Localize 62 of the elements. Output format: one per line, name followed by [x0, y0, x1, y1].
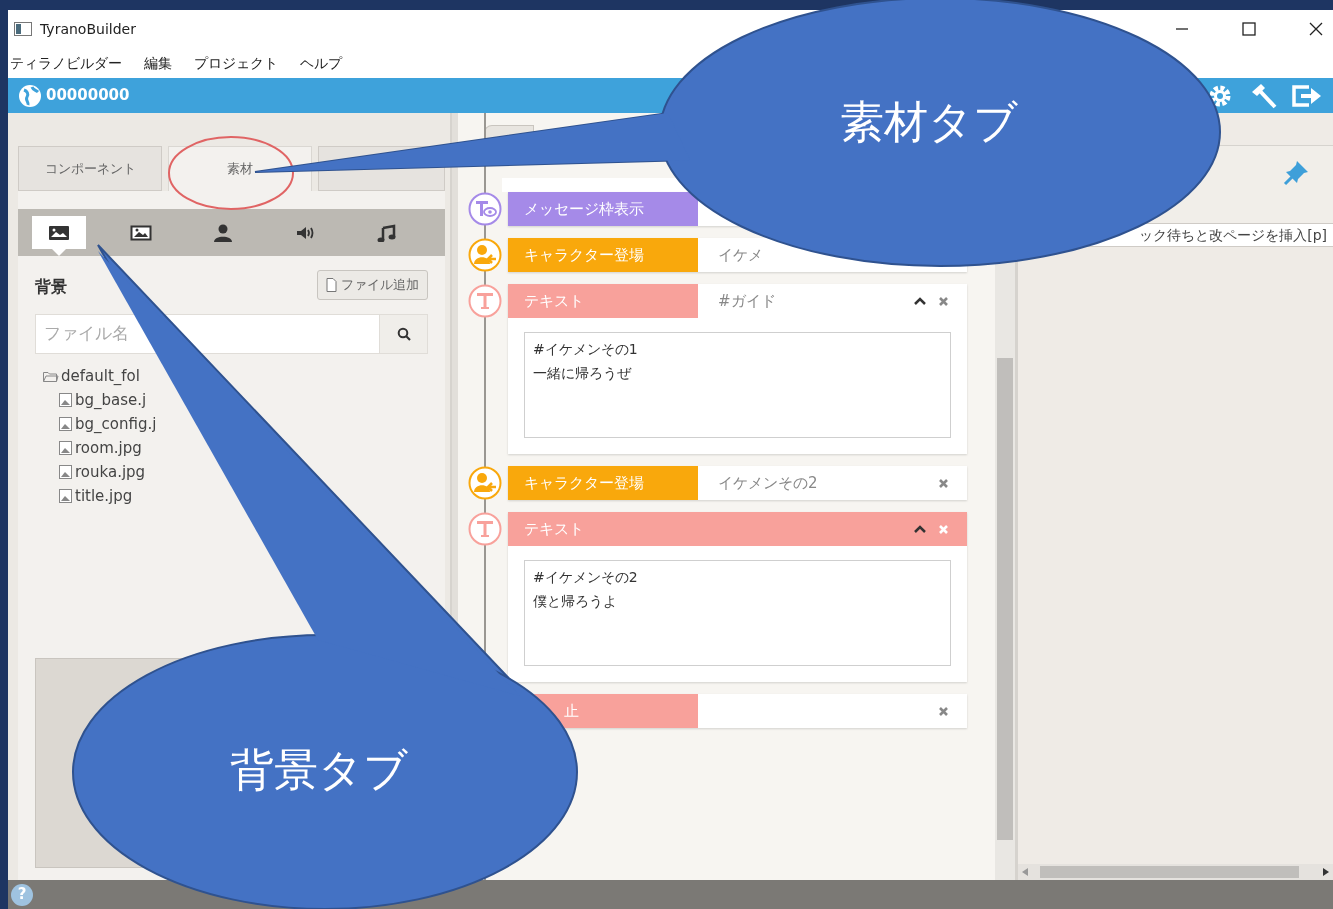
text-icon: [468, 284, 502, 318]
character-enter-icon: [468, 466, 502, 500]
image-file-icon: [59, 465, 73, 479]
menu-item[interactable]: プロジェクト: [192, 52, 280, 74]
landscape-icon: [48, 223, 70, 242]
close-icon[interactable]: [1309, 22, 1323, 36]
file-name[interactable]: bg_config.j: [75, 412, 157, 436]
menu-item[interactable]: ヘルプ: [298, 52, 344, 74]
panel-tab[interactable]: コンポーネント: [18, 146, 162, 191]
callout-text: 背景タブ: [230, 748, 408, 792]
exit-icon[interactable]: [1291, 82, 1323, 109]
image-file-icon: [59, 417, 73, 431]
command-card[interactable]: テキスト #ガイド #イケメンその1 一緒に帰ろうぜ: [508, 284, 967, 454]
folder-name[interactable]: default_fol: [61, 364, 140, 388]
command-value: イケメ: [718, 244, 763, 266]
file-icon: [326, 278, 337, 292]
scrollbar-thumb[interactable]: [1040, 866, 1299, 878]
add-file-button[interactable]: ファイル追加: [317, 270, 428, 300]
maximize-icon[interactable]: [1242, 22, 1256, 36]
text-icon: [468, 512, 502, 546]
menu-item[interactable]: 編集: [142, 52, 174, 74]
scrollbar-thumb[interactable]: [997, 358, 1013, 840]
globe-icon[interactable]: [18, 83, 42, 108]
image-file-icon: [59, 393, 73, 407]
message-window-icon: [468, 192, 502, 226]
image-icon: [130, 223, 152, 242]
window-title: TyranoBuilder: [40, 19, 136, 39]
command-header[interactable]: テキスト #ガイド: [508, 284, 967, 318]
search-button[interactable]: [380, 314, 428, 354]
file-name[interactable]: rouka.jpg: [75, 460, 146, 484]
image-file-icon: [59, 441, 73, 455]
image-file-icon: [59, 489, 73, 503]
person-icon: [212, 223, 234, 242]
folder-icon: [43, 369, 59, 383]
text-area[interactable]: #イケメンその1 一緒に帰ろうぜ: [524, 332, 951, 438]
command-value: イケメンその2: [718, 472, 818, 494]
file-name[interactable]: bg_base.j: [75, 388, 147, 412]
collapse-icon[interactable]: [914, 524, 926, 534]
search-icon: [396, 327, 411, 341]
command-label: メッセージ枠表示: [508, 192, 698, 226]
project-name: 00000000: [46, 85, 130, 107]
music-note-icon: [376, 223, 398, 242]
pin-icon[interactable]: [1283, 158, 1311, 186]
menu-item[interactable]: ティラノビルダー: [8, 52, 124, 74]
callout-text: 素材タブ: [840, 100, 1018, 144]
section-title: 背景: [35, 276, 67, 298]
panel-tab[interactable]: 素材: [168, 146, 312, 191]
text-area[interactable]: #イケメンその2 僕と帰ろうよ: [524, 560, 951, 666]
command-value: #ガイド: [718, 290, 776, 312]
command-description: ック待ちと改ページを挿入[p]: [1139, 225, 1327, 245]
command-label: キャラクター登場: [508, 238, 698, 272]
app-icon: [14, 22, 32, 36]
command-label: キャラクター登場: [508, 466, 698, 500]
character-enter-icon: [468, 238, 502, 272]
command-card[interactable]: キャラクター登場 イケメンその2: [508, 466, 967, 500]
command-label: テキスト: [508, 284, 698, 318]
asset-tab[interactable]: [32, 216, 86, 249]
file-name[interactable]: room.jpg: [75, 436, 142, 460]
command-card[interactable]: テキスト #イケメンその2 僕と帰ろうよ: [508, 512, 967, 682]
scroll-right-icon[interactable]: [1323, 868, 1329, 876]
file-name[interactable]: title.jpg: [75, 484, 133, 508]
collapse-icon[interactable]: [914, 296, 926, 306]
